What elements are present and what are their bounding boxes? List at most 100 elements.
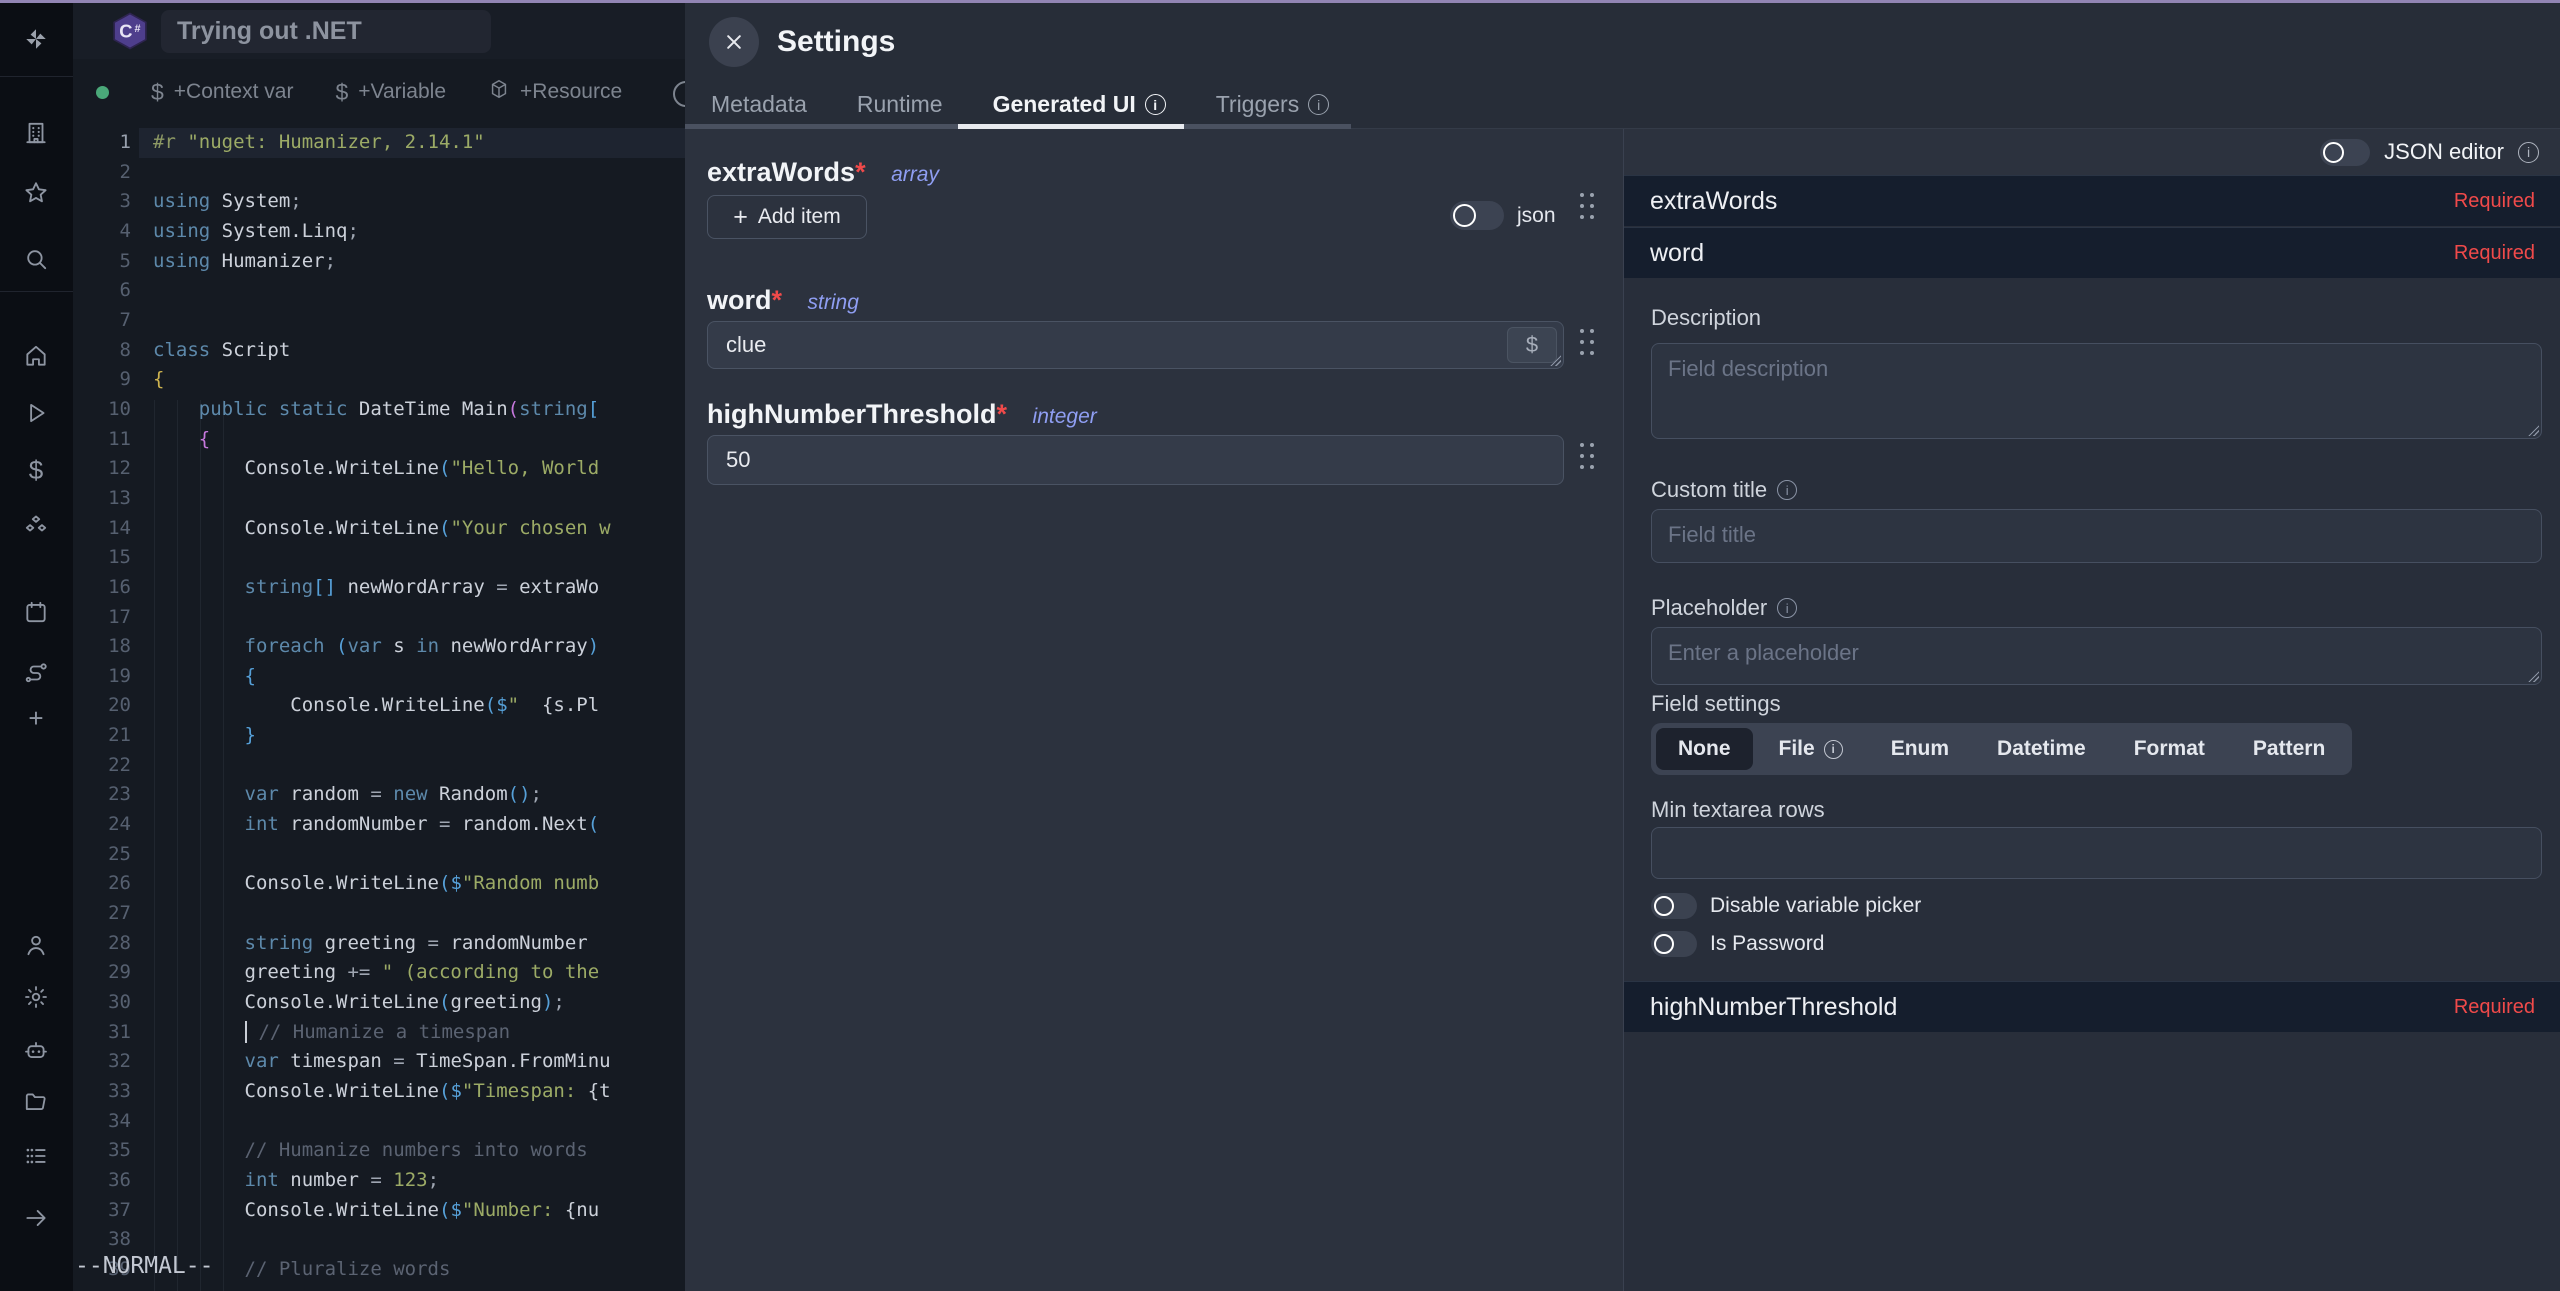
field-setting-option-datetime[interactable]: Datetime <box>1975 728 2108 770</box>
code-line-28[interactable]: 28 string greeting = randomNumber <box>73 929 685 959</box>
code-line-4[interactable]: 4using System.Linq; <box>73 217 685 247</box>
info-icon[interactable] <box>1777 480 1797 500</box>
code-line-17[interactable]: 17 <box>73 603 685 633</box>
field-setting-option-file[interactable]: File <box>1757 728 1865 770</box>
tab-runtime[interactable]: Runtime <box>857 91 943 118</box>
highnumberthreshold-input[interactable]: 50 <box>707 435 1564 485</box>
field-setting-option-format[interactable]: Format <box>2112 728 2227 770</box>
code-line-24[interactable]: 24 int randomNumber = random.Next( <box>73 810 685 840</box>
code-line-10[interactable]: 10 public static DateTime Main(string[ <box>73 395 685 425</box>
code-line-27[interactable]: 27 <box>73 899 685 929</box>
field-setting-option-none[interactable]: None <box>1656 728 1753 770</box>
field-setting-option-pattern[interactable]: Pattern <box>2231 728 2347 770</box>
sidebar-item-route[interactable] <box>14 651 58 695</box>
code-line-37[interactable]: 37 Console.WriteLine($"Number: {nu <box>73 1196 685 1226</box>
tab-generated-ui[interactable]: Generated UI <box>993 91 1166 118</box>
json-editor-label: JSON editor <box>2384 139 2504 165</box>
code-line-3[interactable]: 3using System; <box>73 187 685 217</box>
inspector-row-word[interactable]: word Required <box>1624 227 2560 278</box>
code-line-31[interactable]: 31 // Humanize a timespan <box>73 1018 685 1048</box>
description-label: Description <box>1651 305 1761 331</box>
custom-title-input[interactable]: Field title <box>1651 509 2542 563</box>
sidebar-item-dollar[interactable]: $ <box>14 448 58 492</box>
code-line-12[interactable]: 12 Console.WriteLine("Hello, World <box>73 454 685 484</box>
field-setting-option-enum[interactable]: Enum <box>1869 728 1971 770</box>
info-icon[interactable] <box>2518 142 2539 163</box>
info-icon[interactable] <box>1145 94 1166 115</box>
code-line-20[interactable]: 20 Console.WriteLine($" {s.Pl <box>73 691 685 721</box>
code-line-22[interactable]: 22 <box>73 751 685 781</box>
sidebar-item-building[interactable] <box>14 111 58 155</box>
code-area[interactable]: 1#r "nuget: Humanizer, 2.14.1"23using Sy… <box>73 128 685 1291</box>
sidebar-item-home[interactable] <box>14 334 58 378</box>
drag-handle-word[interactable] <box>1578 327 1595 357</box>
sidebar-item-search[interactable] <box>14 237 58 281</box>
toolbar--variable-button[interactable]: $+Variable <box>335 79 446 106</box>
sidebar-item-windmill-logo[interactable] <box>14 17 58 61</box>
code-line-30[interactable]: 30 Console.WriteLine(greeting); <box>73 988 685 1018</box>
sidebar-item-arrow-right[interactable] <box>14 1196 58 1240</box>
is-password-toggle[interactable]: Is Password <box>1651 931 1824 957</box>
sidebar-item-star[interactable] <box>14 171 58 215</box>
code-line-21[interactable]: 21 } <box>73 721 685 751</box>
toolbar--resource-button[interactable]: +Resource <box>488 78 622 106</box>
code-line-23[interactable]: 23 var random = new Random(); <box>73 780 685 810</box>
code-line-38[interactable]: 38 <box>73 1225 685 1255</box>
code-line-6[interactable]: 6 <box>73 276 685 306</box>
code-line-7[interactable]: 7 <box>73 306 685 336</box>
code-line-18[interactable]: 18 foreach (var s in newWordArray) <box>73 632 685 662</box>
code-line-19[interactable]: 19 { <box>73 662 685 692</box>
word-input[interactable]: clue $ <box>707 321 1564 369</box>
code-line-8[interactable]: 8class Script <box>73 336 685 366</box>
sidebar-item-robot[interactable] <box>14 1028 58 1072</box>
sidebar-item-list[interactable] <box>14 1134 58 1178</box>
info-icon[interactable] <box>1308 94 1329 115</box>
drag-handle-highnumberthreshold[interactable] <box>1578 441 1595 471</box>
code-line-36[interactable]: 36 int number = 123; <box>73 1166 685 1196</box>
sidebar-item-play[interactable] <box>14 391 58 435</box>
code-line-35[interactable]: 35 // Humanize numbers into words <box>73 1136 685 1166</box>
code-line-32[interactable]: 32 var timespan = TimeSpan.FromMinu <box>73 1047 685 1077</box>
code-line-14[interactable]: 14 Console.WriteLine("Your chosen w <box>73 514 685 544</box>
inspector-row-extrawords[interactable]: extraWords Required <box>1624 175 2560 226</box>
add-item-button[interactable]: + Add item <box>707 195 867 239</box>
code-line-13[interactable]: 13 <box>73 484 685 514</box>
code-line-34[interactable]: 34 <box>73 1107 685 1137</box>
info-icon[interactable] <box>1824 740 1843 759</box>
tab-triggers[interactable]: Triggers <box>1216 91 1330 118</box>
code-line-25[interactable]: 25 <box>73 840 685 870</box>
code-line-16[interactable]: 16 string[] newWordArray = extraWo <box>73 573 685 603</box>
sidebar-item-calendar[interactable] <box>14 590 58 634</box>
description-textarea[interactable]: Field description <box>1651 343 2542 439</box>
resize-handle[interactable] <box>1549 354 1561 366</box>
sidebar-item-person[interactable] <box>14 923 58 967</box>
disable-variable-picker-toggle[interactable]: Disable variable picker <box>1651 893 1921 919</box>
placeholder-textarea[interactable]: Enter a placeholder <box>1651 627 2542 685</box>
sidebar-item-gear[interactable] <box>14 975 58 1019</box>
resize-handle[interactable] <box>2527 670 2539 682</box>
code-line-5[interactable]: 5using Humanizer; <box>73 247 685 277</box>
code-line-29[interactable]: 29 greeting += " (according to the <box>73 958 685 988</box>
script-title-field[interactable]: Trying out .NET <box>161 10 491 53</box>
code-line-2[interactable]: 2 <box>73 158 685 188</box>
drag-handle-extrawords[interactable] <box>1578 191 1595 221</box>
tab-metadata[interactable]: Metadata <box>711 91 807 118</box>
code-line-9[interactable]: 9{ <box>73 365 685 395</box>
inspector-row-highnumberthreshold[interactable]: highNumberThreshold Required <box>1624 981 2560 1032</box>
min-textarea-rows-input[interactable] <box>1651 827 2542 879</box>
code-line-26[interactable]: 26 Console.WriteLine($"Random numb <box>73 869 685 899</box>
sidebar-item-plus[interactable]: + <box>14 696 58 740</box>
toggle-track[interactable] <box>1450 201 1504 230</box>
code-line-11[interactable]: 11 { <box>73 425 685 455</box>
sidebar-item-cubes[interactable] <box>14 504 58 548</box>
json-editor-toggle[interactable] <box>2320 139 2370 166</box>
info-icon[interactable] <box>1777 598 1797 618</box>
toolbar--context-var-button[interactable]: $+Context var <box>151 79 293 106</box>
code-line-33[interactable]: 33 Console.WriteLine($"Timespan: {t <box>73 1077 685 1107</box>
sidebar-item-folder[interactable] <box>14 1080 58 1124</box>
json-toggle[interactable]: json <box>1450 201 1556 230</box>
code-line-1[interactable]: 1#r "nuget: Humanizer, 2.14.1" <box>73 128 685 158</box>
code-line-15[interactable]: 15 <box>73 543 685 573</box>
close-button[interactable] <box>709 17 759 67</box>
resize-handle[interactable] <box>2527 424 2539 436</box>
